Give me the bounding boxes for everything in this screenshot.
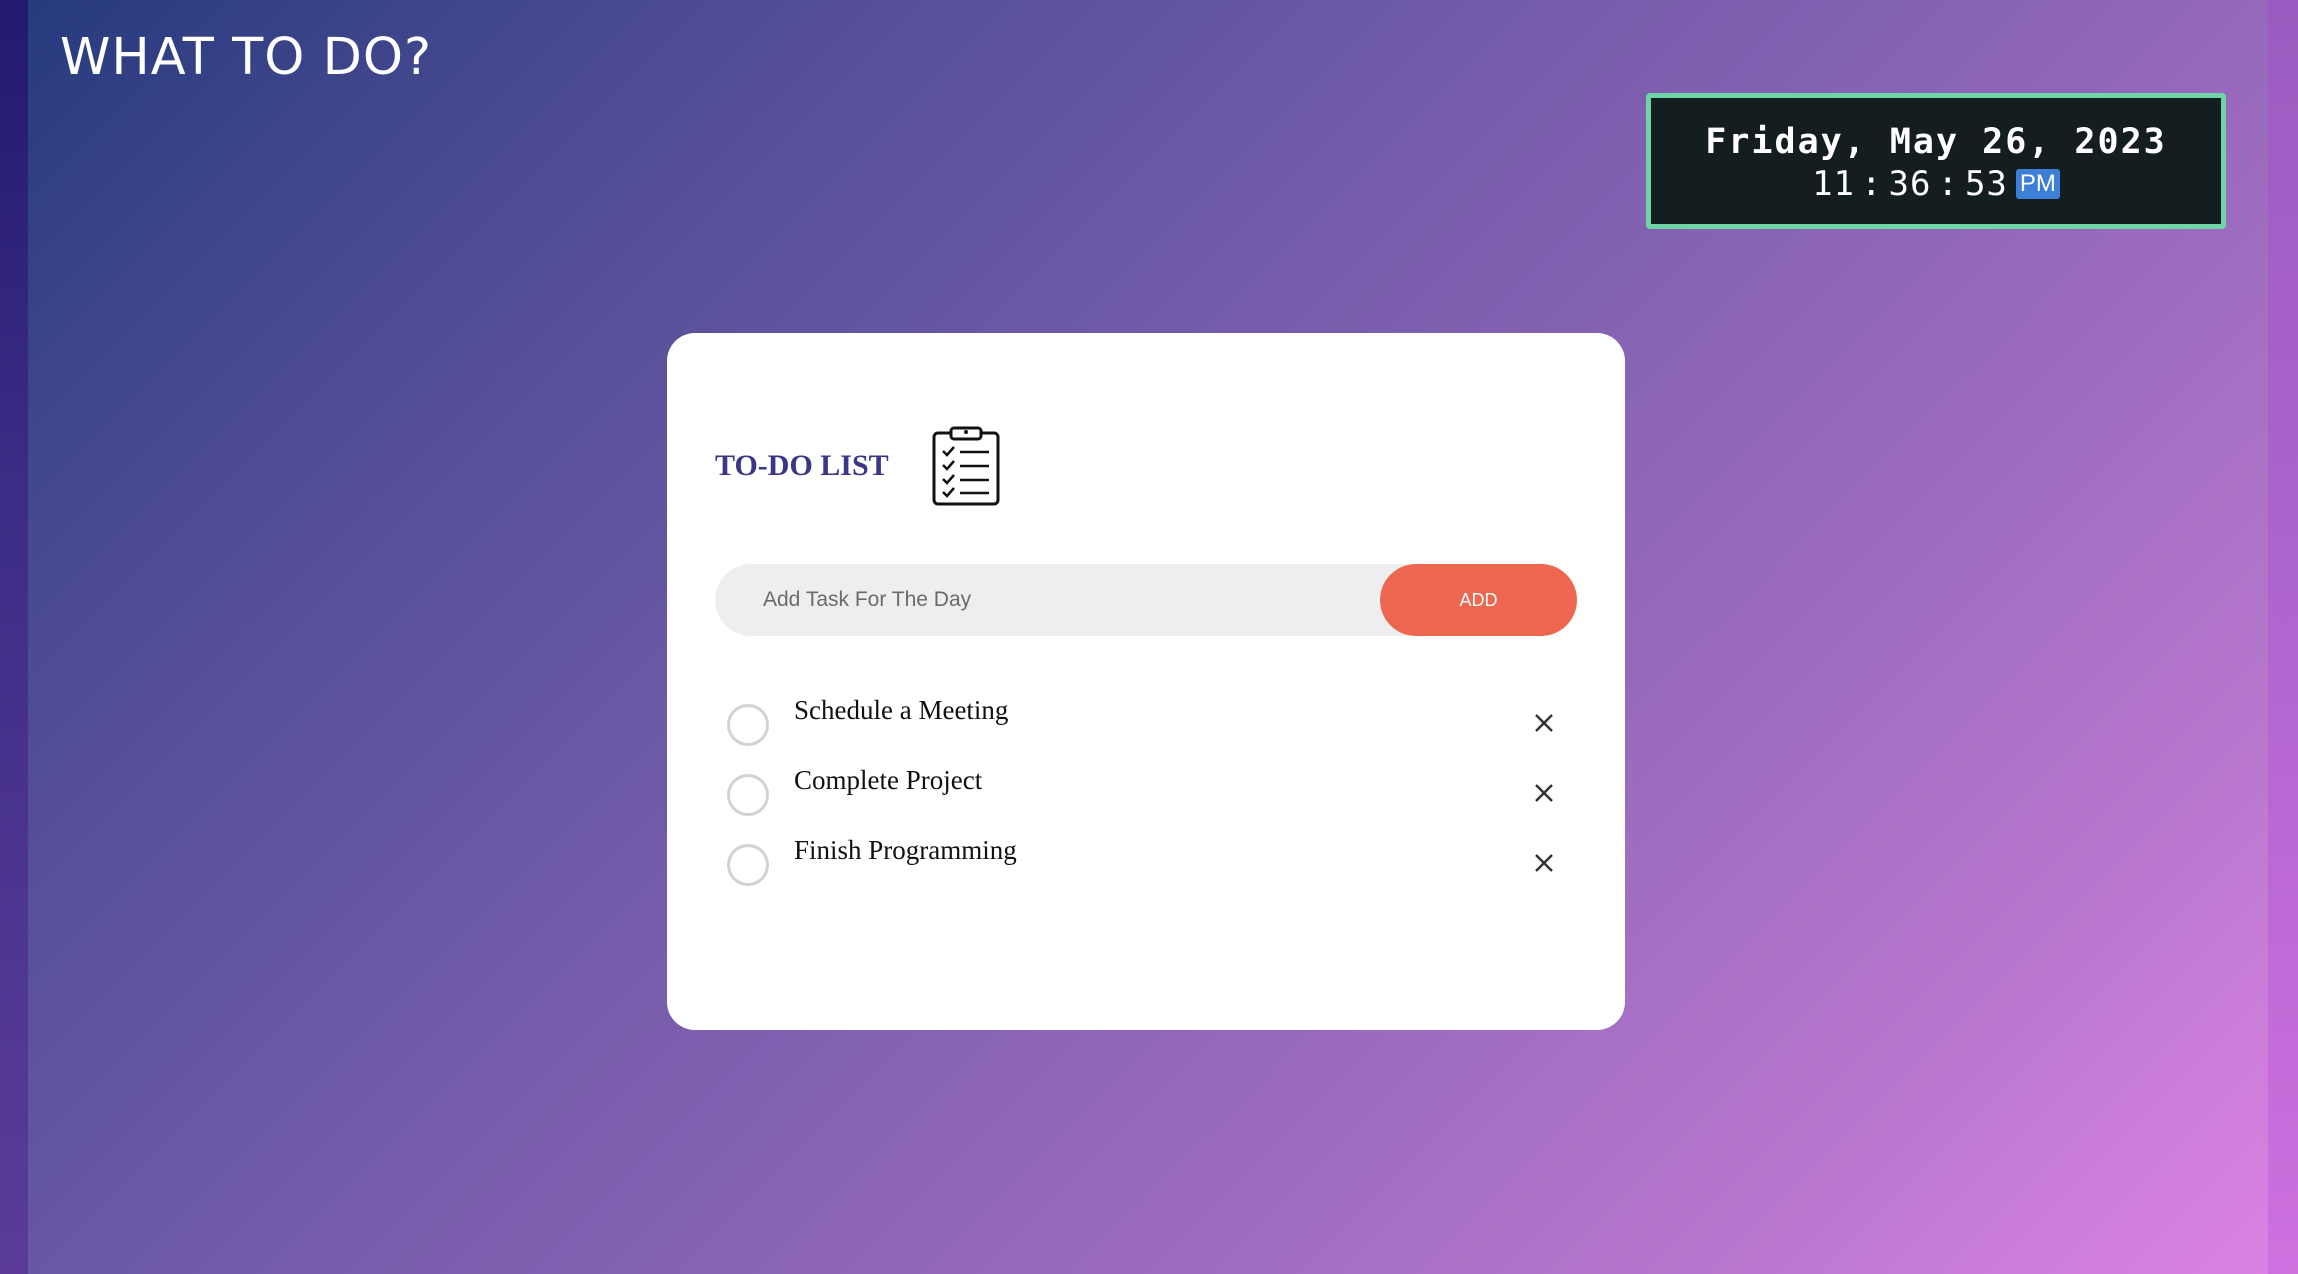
task-item[interactable]: Schedule a Meeting bbox=[727, 691, 1557, 761]
task-checkbox[interactable] bbox=[727, 774, 769, 816]
date-time-clock: Friday, May 26, 2023 11:36:53 PM bbox=[1646, 93, 2226, 229]
page-title: WHAT TO DO? bbox=[60, 28, 433, 87]
right-edge-strip bbox=[2268, 0, 2298, 1274]
clock-hours: 11 bbox=[1812, 164, 1856, 204]
todo-card: TO-DO LIST ADD Schedule a Meeting bbox=[667, 333, 1625, 1030]
clock-minutes: 36 bbox=[1888, 164, 1932, 204]
close-icon[interactable] bbox=[1531, 710, 1557, 736]
task-label[interactable]: Finish Programming bbox=[794, 835, 1017, 866]
task-item[interactable]: Finish Programming bbox=[727, 831, 1557, 901]
clock-separator: : bbox=[1861, 164, 1883, 204]
todo-title: TO-DO LIST bbox=[715, 449, 889, 482]
task-label[interactable]: Schedule a Meeting bbox=[794, 695, 1008, 726]
task-checkbox[interactable] bbox=[727, 704, 769, 746]
close-icon[interactable] bbox=[1531, 780, 1557, 806]
todo-header: TO-DO LIST bbox=[715, 425, 1001, 507]
close-icon[interactable] bbox=[1531, 850, 1557, 876]
clipboard-checklist-icon bbox=[932, 426, 1000, 506]
add-task-button[interactable]: ADD bbox=[1380, 564, 1577, 636]
task-item[interactable]: Complete Project bbox=[727, 761, 1557, 831]
task-label[interactable]: Complete Project bbox=[794, 765, 982, 796]
clock-separator: : bbox=[1937, 164, 1959, 204]
left-edge-strip bbox=[0, 0, 28, 1274]
clock-time: 11:36:53 PM bbox=[1651, 164, 2221, 204]
clock-date: Friday, May 26, 2023 bbox=[1705, 122, 2167, 162]
task-checkbox[interactable] bbox=[727, 844, 769, 886]
clock-ampm-badge: PM bbox=[2015, 169, 2060, 199]
clock-seconds: 53 bbox=[1964, 164, 2008, 204]
add-task-row: ADD bbox=[715, 564, 1577, 636]
task-list: Schedule a Meeting Complete Project Fini… bbox=[727, 691, 1557, 901]
task-input[interactable] bbox=[715, 564, 1375, 636]
